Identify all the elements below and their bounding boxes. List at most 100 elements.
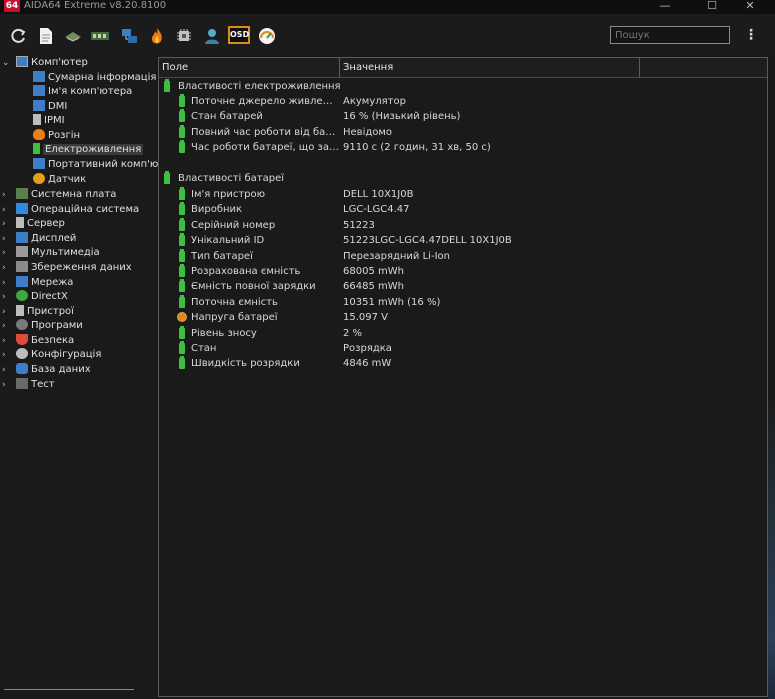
chevron-right-icon[interactable]: › bbox=[2, 203, 10, 217]
table-row[interactable]: Рівень зносу 2 % bbox=[159, 325, 767, 341]
value-cell: 10351 mWh (16 %) bbox=[343, 296, 441, 308]
table-row[interactable]: Стан батарей 16 % (Низький рівень) bbox=[159, 109, 767, 124]
desktop-background-edge bbox=[768, 400, 775, 699]
field-cell: Розрахована ємність bbox=[191, 266, 301, 277]
value-cell: 68005 mWh bbox=[343, 266, 404, 277]
value-cell: Перезарядний Li-Ion bbox=[343, 250, 450, 262]
chevron-right-icon[interactable]: › bbox=[2, 290, 10, 304]
maximize-button[interactable]: ☐ bbox=[697, 0, 727, 12]
tree-item-computer-name[interactable]: Ім'я комп'ютера bbox=[33, 85, 132, 99]
horizontal-scrollbar[interactable] bbox=[4, 689, 134, 690]
tree-item-security[interactable]: › Безпека bbox=[2, 334, 74, 348]
field-cell: Стан батарей bbox=[191, 111, 263, 123]
field-cell: Напруга батареї bbox=[191, 312, 278, 324]
table-row[interactable]: Тип батареї Перезарядний Li-Ion bbox=[159, 248, 767, 264]
tree-item-computer[interactable]: ⌄ Комп'ютер bbox=[2, 56, 88, 70]
table-row[interactable]: Швидкість розрядки 4846 mW bbox=[159, 356, 767, 371]
column-header-field[interactable]: Поле bbox=[159, 58, 188, 77]
table-row[interactable]: Виробник LGC-LGC4.47 bbox=[159, 202, 767, 217]
chevron-right-icon[interactable]: › bbox=[2, 261, 10, 275]
table-row[interactable]: Поточна ємність 10351 mWh (16 %) bbox=[159, 294, 767, 310]
close-button[interactable]: ✕ bbox=[735, 0, 765, 12]
tree-item-display[interactable]: › Дисплей bbox=[2, 232, 76, 246]
value-cell: LGC-LGC4.47 bbox=[343, 204, 410, 216]
tree-item-motherboard[interactable]: › Системна плата bbox=[2, 188, 116, 202]
monitor-icon bbox=[33, 71, 45, 82]
network-icon[interactable] bbox=[120, 26, 140, 46]
table-row[interactable]: Повний час роботи від батареї Невідомо bbox=[159, 124, 767, 140]
table-row[interactable]: Серійний номер 51223 bbox=[159, 217, 767, 233]
tree-item-sensor[interactable]: Датчик bbox=[33, 173, 86, 187]
tree-item-test[interactable]: › Тест bbox=[2, 378, 55, 392]
chevron-right-icon[interactable]: › bbox=[2, 276, 10, 290]
tree-item-portable[interactable]: Портативний комп'юте bbox=[33, 158, 170, 172]
tree-item-summary[interactable]: Сумарна інформація bbox=[33, 71, 156, 85]
field-cell: Ім'я пристрою bbox=[191, 189, 266, 200]
app-logo: 64 bbox=[4, 0, 20, 12]
table-row[interactable]: Ємність повної зарядки 66485 mWh bbox=[159, 279, 767, 294]
chevron-right-icon[interactable]: › bbox=[2, 348, 10, 362]
flame-icon[interactable] bbox=[147, 26, 167, 46]
tree-item-storage[interactable]: › Збереження даних bbox=[2, 261, 132, 275]
table-row[interactable]: Стан Розрядка bbox=[159, 341, 767, 356]
battery-icon bbox=[179, 248, 185, 262]
gauge-icon bbox=[33, 173, 45, 184]
column-divider[interactable] bbox=[639, 58, 640, 77]
tree-item-devices[interactable]: › Пристрої bbox=[2, 305, 74, 319]
more-menu-button[interactable]: ⋮ bbox=[744, 28, 758, 44]
tree-item-power[interactable]: Електроживлення bbox=[33, 143, 144, 157]
tree-item-dmi[interactable]: DMI bbox=[33, 100, 67, 114]
tree-item-multimedia[interactable]: › Мультимедіа bbox=[2, 246, 100, 260]
tree-item-label: База даних bbox=[31, 364, 91, 375]
tree-item-server[interactable]: › Сервер bbox=[2, 217, 65, 231]
tree-item-ipmi[interactable]: IPMI bbox=[33, 114, 65, 128]
tree-item-database[interactable]: › База даних bbox=[2, 363, 91, 377]
table-row[interactable]: Ім'я пристрою DELL 10X1J0B bbox=[159, 187, 767, 202]
cpu-icon[interactable] bbox=[174, 26, 194, 46]
value-cell: Розрядка bbox=[343, 343, 392, 354]
value-cell: 16 % (Низький рівень) bbox=[343, 111, 461, 123]
network-icon bbox=[16, 276, 28, 287]
tree-item-network[interactable]: › Мережа bbox=[2, 276, 73, 290]
title-bar: 64 AIDA64 Extreme v8.20.8100 — ☐ ✕ bbox=[0, 0, 775, 14]
chevron-right-icon[interactable]: › bbox=[2, 246, 10, 260]
table-row[interactable]: Напруга батареї 15.097 V bbox=[159, 310, 767, 325]
report-icon[interactable] bbox=[36, 26, 56, 46]
details-list: Поле Значення Властивості електроживленн… bbox=[158, 57, 768, 697]
motherboard-icon bbox=[16, 188, 28, 199]
tree-item-directx[interactable]: › DirectX bbox=[2, 290, 68, 304]
user-icon[interactable] bbox=[202, 26, 222, 46]
chevron-right-icon[interactable]: › bbox=[2, 217, 10, 231]
table-row[interactable]: Час роботи батареї, що залиш... 9110 с (2… bbox=[159, 140, 767, 155]
speedometer-icon[interactable] bbox=[257, 26, 277, 46]
tree-item-label: Тест bbox=[31, 379, 55, 390]
motherboard-icon[interactable] bbox=[63, 26, 83, 46]
group-row[interactable]: Властивості електроживлення bbox=[159, 79, 767, 94]
tree-item-label: Збереження даних bbox=[31, 262, 132, 273]
shield-icon bbox=[16, 334, 28, 345]
monitor-icon bbox=[33, 85, 45, 96]
chevron-right-icon[interactable]: › bbox=[2, 188, 10, 202]
column-header-value[interactable]: Значення bbox=[340, 58, 393, 77]
chevron-right-icon[interactable]: › bbox=[2, 305, 10, 319]
search-input[interactable] bbox=[610, 26, 730, 44]
chevron-right-icon[interactable]: › bbox=[2, 363, 10, 377]
chevron-right-icon[interactable]: › bbox=[2, 232, 10, 246]
tree-item-programs[interactable]: › Програми bbox=[2, 319, 83, 333]
refresh-icon[interactable] bbox=[8, 26, 28, 46]
chevron-down-icon[interactable]: ⌄ bbox=[2, 56, 10, 70]
osd-icon[interactable]: OSD bbox=[228, 26, 250, 44]
tree-item-label: Електроживлення bbox=[43, 144, 144, 155]
minimize-button[interactable]: — bbox=[650, 0, 680, 12]
tree-item-overclock[interactable]: Розгін bbox=[33, 129, 80, 143]
tree-item-config[interactable]: › Конфігурація bbox=[2, 348, 101, 362]
chevron-right-icon[interactable]: › bbox=[2, 334, 10, 348]
table-row[interactable]: Унікальний ID 51223LGC-LGC4.47DELL 10X1J0… bbox=[159, 233, 767, 248]
chevron-right-icon[interactable]: › bbox=[2, 319, 10, 333]
table-row[interactable]: Розрахована ємність 68005 mWh bbox=[159, 264, 767, 279]
tree-item-os[interactable]: › Операційна система bbox=[2, 203, 139, 217]
chevron-right-icon[interactable]: › bbox=[2, 378, 10, 392]
memory-icon[interactable] bbox=[90, 26, 110, 46]
group-row[interactable]: Властивості батареї bbox=[159, 171, 767, 186]
table-row[interactable]: Поточне джерело живлення Акумулятор bbox=[159, 94, 767, 109]
